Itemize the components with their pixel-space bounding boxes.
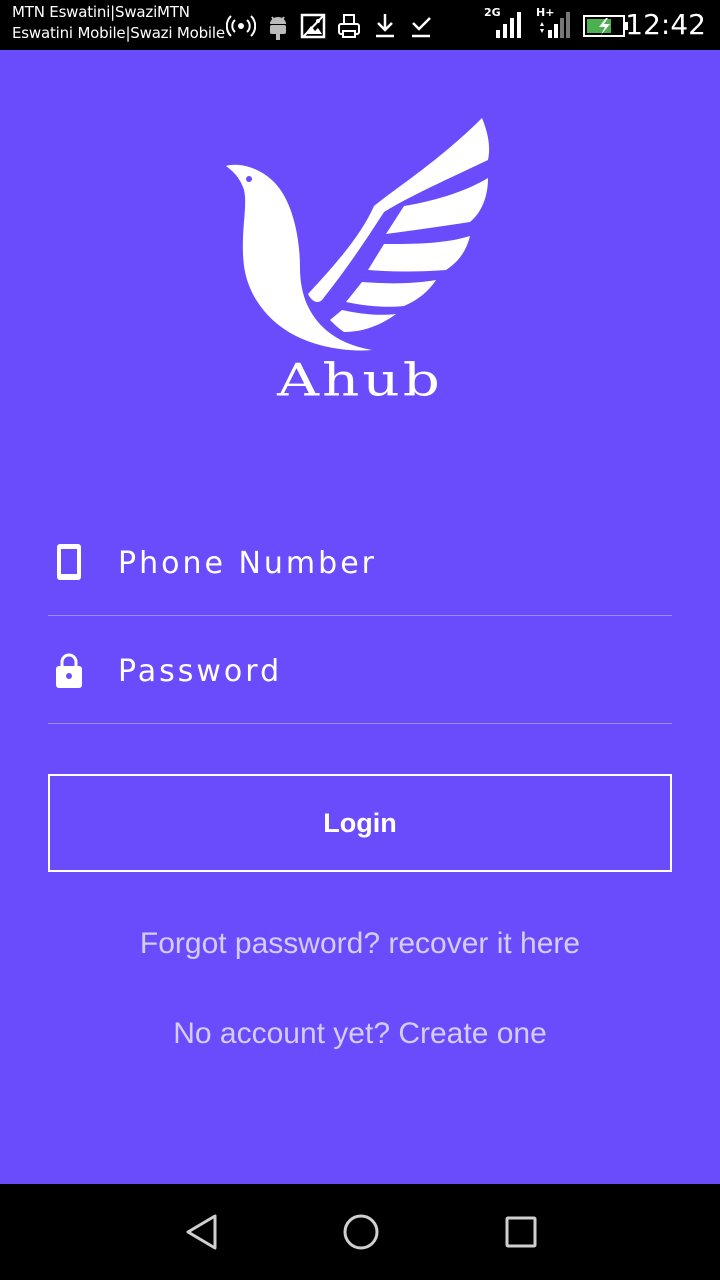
android-debug-icon — [270, 16, 286, 40]
hotspot-icon — [226, 15, 256, 37]
forgot-password-link[interactable]: Forgot password? recover it here — [0, 927, 720, 961]
check-icon — [412, 17, 431, 38]
phone-icon — [57, 544, 81, 580]
password-input[interactable] — [118, 646, 658, 696]
login-button[interactable]: Login — [48, 774, 672, 872]
carrier-line-2: Eswatini Mobile|Swazi Mobile — [12, 24, 225, 42]
phone-field — [48, 508, 672, 616]
status-bar: MTN Eswatini|SwaziMTN Eswatini Mobile|Sw… — [0, 0, 720, 50]
download-icon — [376, 14, 394, 38]
lock-icon — [56, 653, 82, 688]
navigation-bar — [0, 1184, 720, 1280]
logo-text: Ahub — [277, 353, 443, 407]
clock: 12:42 — [625, 8, 706, 41]
create-account-link[interactable]: No account yet? Create one — [0, 1017, 720, 1051]
back-icon[interactable] — [182, 1212, 222, 1252]
carrier-line-1: MTN Eswatini|SwaziMTN — [12, 3, 190, 21]
signal-icon — [496, 12, 521, 38]
print-icon — [338, 14, 360, 38]
signal-icon — [540, 12, 570, 38]
recents-icon[interactable] — [501, 1212, 541, 1252]
carrier-info: MTN Eswatini|SwaziMTN Eswatini Mobile|Sw… — [12, 2, 225, 44]
password-field — [48, 616, 672, 724]
image-icon — [300, 13, 326, 39]
home-icon[interactable] — [341, 1212, 381, 1252]
battery-charging-icon — [583, 15, 628, 37]
phone-input[interactable] — [118, 538, 658, 588]
